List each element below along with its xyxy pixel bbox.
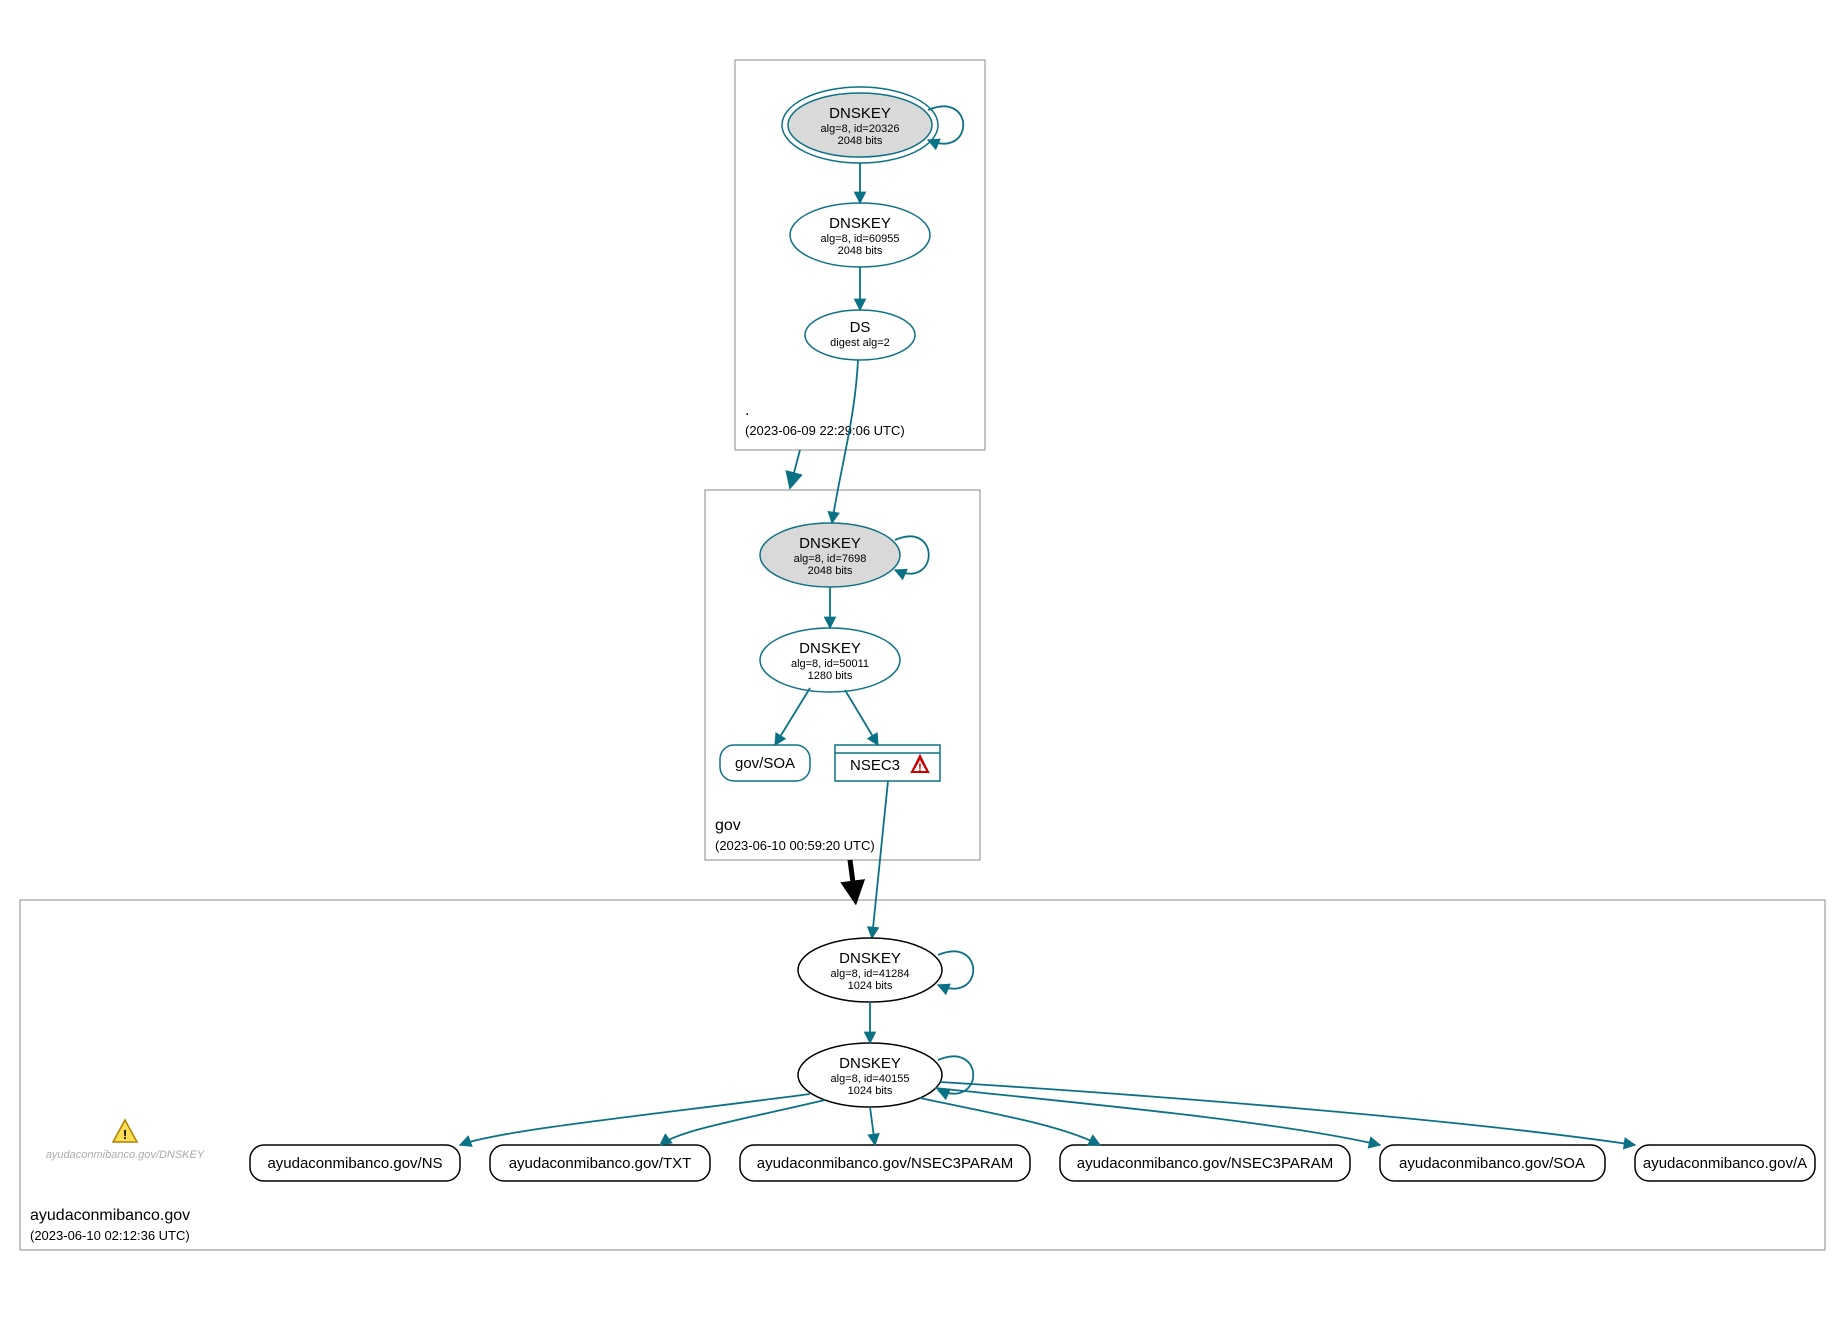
svg-text:ayudaconmibanco.gov/NSEC3PARAM: ayudaconmibanco.gov/NSEC3PARAM — [757, 1155, 1014, 1172]
svg-text:alg=8, id=60955: alg=8, id=60955 — [821, 233, 900, 245]
svg-text:1024 bits: 1024 bits — [848, 1085, 893, 1097]
svg-text:DS: DS — [850, 319, 871, 336]
svg-text:alg=8, id=50011: alg=8, id=50011 — [791, 658, 869, 670]
node-dom-dnskey-warn[interactable]: ! ayudaconmibanco.gov/DNSKEY — [46, 1120, 205, 1161]
node-gov-ksk[interactable]: DNSKEY alg=8, id=7698 2048 bits — [760, 523, 900, 587]
svg-text:!: ! — [123, 1127, 127, 1142]
node-gov-soa[interactable]: gov/SOA — [720, 745, 810, 781]
dnssec-diagram: . (2023-06-09 22:29:06 UTC) DNSKEY alg=8… — [0, 0, 1845, 1326]
warning-yellow-icon: ! — [113, 1120, 137, 1142]
zone-root-name: . — [745, 402, 749, 419]
svg-text:alg=8, id=7698: alg=8, id=7698 — [794, 553, 867, 565]
svg-text:alg=8, id=40155: alg=8, id=40155 — [831, 1073, 910, 1085]
svg-text:DNSKEY: DNSKEY — [829, 215, 891, 232]
node-rr-n3p2[interactable]: ayudaconmibanco.gov/NSEC3PARAM — [1060, 1145, 1350, 1181]
node-root-ksk[interactable]: DNSKEY alg=8, id=20326 2048 bits — [782, 87, 938, 163]
svg-text:digest alg=2: digest alg=2 — [830, 337, 890, 349]
svg-text:ayudaconmibanco.gov/SOA: ayudaconmibanco.gov/SOA — [1399, 1155, 1585, 1172]
zone-domain-name: ayudaconmibanco.gov — [30, 1207, 190, 1224]
node-root-ds[interactable]: DS digest alg=2 — [805, 310, 915, 360]
svg-text:ayudaconmibanco.gov/TXT: ayudaconmibanco.gov/TXT — [509, 1155, 692, 1172]
svg-text:DNSKEY: DNSKEY — [799, 535, 861, 552]
node-rr-soa[interactable]: ayudaconmibanco.gov/SOA — [1380, 1145, 1605, 1181]
edge-zsk-txt — [660, 1100, 825, 1145]
svg-text:alg=8, id=20326: alg=8, id=20326 — [821, 123, 900, 135]
node-rr-a[interactable]: ayudaconmibanco.gov/A — [1635, 1145, 1815, 1181]
node-rr-n3p1[interactable]: ayudaconmibanco.gov/NSEC3PARAM — [740, 1145, 1030, 1181]
svg-text:ayudaconmibanco.gov/NSEC3PARAM: ayudaconmibanco.gov/NSEC3PARAM — [1077, 1155, 1334, 1172]
zone-root-time: (2023-06-09 22:29:06 UTC) — [745, 423, 905, 438]
svg-text:1024 bits: 1024 bits — [848, 980, 893, 992]
edge-govzsk-nsec3 — [845, 690, 878, 745]
edge-gov-to-domain-zone — [850, 860, 855, 898]
svg-text:2048 bits: 2048 bits — [808, 565, 853, 577]
edge-govzsk-soa — [775, 688, 810, 745]
zone-gov-time: (2023-06-10 00:59:20 UTC) — [715, 838, 875, 853]
node-rr-txt[interactable]: ayudaconmibanco.gov/TXT — [490, 1145, 710, 1181]
svg-text:DNSKEY: DNSKEY — [839, 950, 901, 967]
node-dom-ksk[interactable]: DNSKEY alg=8, id=41284 1024 bits — [798, 938, 942, 1002]
svg-text:ayudaconmibanco.gov/DNSKEY: ayudaconmibanco.gov/DNSKEY — [46, 1149, 205, 1161]
node-root-zsk[interactable]: DNSKEY alg=8, id=60955 2048 bits — [790, 203, 930, 267]
edge-zsk-a — [940, 1082, 1635, 1145]
zone-domain-time: (2023-06-10 02:12:36 UTC) — [30, 1228, 190, 1243]
node-gov-nsec3[interactable]: NSEC3 ! — [835, 745, 940, 781]
svg-text:1280 bits: 1280 bits — [808, 670, 853, 682]
svg-text:2048 bits: 2048 bits — [838, 135, 883, 147]
edge-root-to-gov-zone — [790, 450, 800, 488]
edge-ds-govksk — [832, 360, 858, 523]
node-gov-zsk[interactable]: DNSKEY alg=8, id=50011 1280 bits — [760, 628, 900, 692]
node-rr-ns[interactable]: ayudaconmibanco.gov/NS — [250, 1145, 460, 1181]
svg-text:!: ! — [918, 762, 922, 774]
edge-zsk-ns — [460, 1094, 810, 1145]
svg-text:alg=8, id=41284: alg=8, id=41284 — [831, 968, 910, 980]
svg-text:gov/SOA: gov/SOA — [735, 755, 795, 772]
zone-gov-name: gov — [715, 817, 741, 834]
edge-zsk-n3p1 — [870, 1107, 875, 1145]
svg-text:NSEC3: NSEC3 — [850, 757, 900, 774]
svg-text:ayudaconmibanco.gov/A: ayudaconmibanco.gov/A — [1643, 1155, 1807, 1172]
svg-text:DNSKEY: DNSKEY — [839, 1055, 901, 1072]
svg-text:DNSKEY: DNSKEY — [829, 105, 891, 122]
svg-text:ayudaconmibanco.gov/NS: ayudaconmibanco.gov/NS — [267, 1155, 442, 1172]
edge-zsk-n3p2 — [920, 1098, 1100, 1145]
edge-dom-ksk-self — [938, 951, 973, 988]
svg-text:DNSKEY: DNSKEY — [799, 640, 861, 657]
svg-text:2048 bits: 2048 bits — [838, 245, 883, 257]
